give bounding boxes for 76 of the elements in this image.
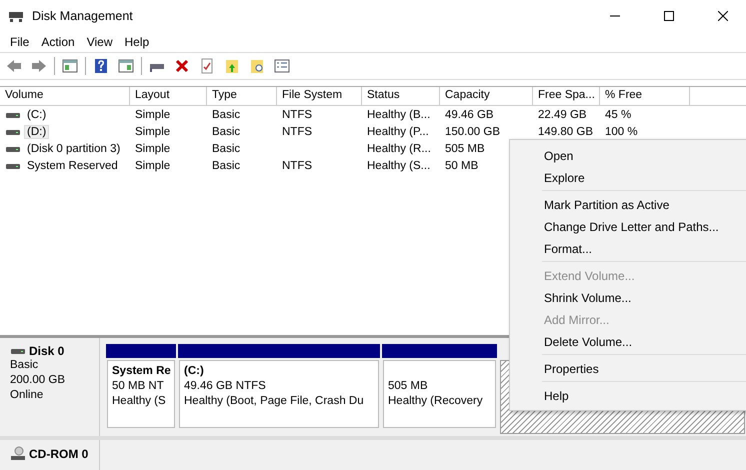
column-header[interactable]: Free Spa... xyxy=(533,87,600,105)
table-cell: Basic xyxy=(212,126,240,138)
menu-item[interactable]: View xyxy=(80,35,118,49)
drive-name[interactable]: System Reserved xyxy=(25,160,120,172)
column-header[interactable]: % Free xyxy=(600,87,690,105)
partition-info: 505 MB xyxy=(388,379,429,394)
table-cell: Simple xyxy=(135,126,170,138)
maximize-icon[interactable] xyxy=(664,11,674,21)
forward-arrow-icon[interactable] xyxy=(31,58,47,74)
disk-info: 200.00 GB xyxy=(10,373,66,388)
menu-item[interactable]: Help xyxy=(542,384,746,406)
document-check-icon[interactable] xyxy=(199,58,215,74)
folder-search-icon[interactable] xyxy=(249,58,265,74)
table-cell: Basic xyxy=(212,160,240,172)
partition-title: System Re xyxy=(112,364,170,379)
menu-item[interactable]: Help xyxy=(118,35,156,49)
column-header[interactable]: Layout xyxy=(130,87,207,105)
partition-header-bar xyxy=(106,344,176,358)
column-header[interactable]: Status xyxy=(362,87,440,105)
table-cell: 49.46 GB xyxy=(445,108,494,120)
table-cell: Simple xyxy=(135,160,170,172)
table-cell: Simple xyxy=(135,108,170,120)
drive-name[interactable]: (Disk 0 partition 3) xyxy=(25,142,122,154)
table-cell: 505 MB xyxy=(445,142,485,154)
table-cell: 149.80 GB xyxy=(538,126,593,138)
partition-info: Healthy (Boot, Page File, Crash Du xyxy=(184,394,365,409)
table-cell: 150.00 GB xyxy=(445,126,500,138)
menu-item[interactable]: Shrink Volume... xyxy=(542,286,746,308)
partition-info: 49.46 GB NTFS xyxy=(184,379,267,394)
disk-name: CD-ROM 0 xyxy=(29,447,88,461)
drive-name[interactable]: (C:) xyxy=(25,108,48,120)
checklist-icon[interactable] xyxy=(274,58,290,74)
menu-item[interactable]: Mark Partition as Active xyxy=(542,193,746,215)
menu-item[interactable]: Properties xyxy=(542,357,746,379)
menu-item[interactable]: Change Drive Letter and Paths... xyxy=(542,215,746,237)
panel-icon[interactable] xyxy=(118,58,134,74)
column-header[interactable]: File System xyxy=(277,87,362,105)
help-icon[interactable] xyxy=(93,58,109,74)
menu-item[interactable]: File xyxy=(4,35,36,49)
drive-name[interactable]: (D:) xyxy=(25,126,48,138)
table-cell: Healthy (R... xyxy=(367,142,431,154)
table-cell: NTFS xyxy=(282,160,312,172)
table-cell: 45 % xyxy=(605,108,632,120)
column-header[interactable]: Volume xyxy=(0,87,130,105)
table-cell: Healthy (B... xyxy=(367,108,430,120)
table-cell: NTFS xyxy=(282,108,312,120)
menu-item[interactable]: Open xyxy=(542,144,746,166)
menu-item[interactable]: Explore xyxy=(542,166,746,188)
partition-info: Healthy (Recovery xyxy=(388,394,484,409)
disk-info: Online xyxy=(10,388,44,403)
delete-icon[interactable] xyxy=(174,58,190,74)
disk-name: Disk 0 xyxy=(29,344,64,358)
table-cell: 22.49 GB xyxy=(538,108,587,120)
menu-item[interactable]: Action xyxy=(35,35,81,49)
table-cell: 100 % xyxy=(605,126,638,138)
window-title: Disk Management xyxy=(32,9,133,23)
column-header[interactable]: Type xyxy=(207,87,277,105)
table-cell: NTFS xyxy=(282,126,312,138)
panel-icon[interactable] xyxy=(62,58,78,74)
menu-item[interactable]: Format... xyxy=(542,237,746,259)
table-cell: Healthy (P... xyxy=(367,126,429,138)
table-cell: Healthy (S... xyxy=(367,160,430,172)
table-cell: Basic xyxy=(212,142,240,154)
close-icon[interactable] xyxy=(718,11,728,21)
partition-title: (C:) xyxy=(184,364,205,379)
table-cell: Basic xyxy=(212,108,240,120)
cd-drive-icon xyxy=(10,446,26,462)
back-arrow-icon[interactable] xyxy=(6,58,22,74)
partition-info: Healthy (S xyxy=(112,394,167,409)
folder-up-icon[interactable] xyxy=(224,58,240,74)
partition-info: 50 MB NT xyxy=(112,379,165,394)
table-cell: Simple xyxy=(135,142,170,154)
disk-info: Basic xyxy=(10,358,40,373)
column-header[interactable]: Capacity xyxy=(440,87,533,105)
menu-item[interactable]: Delete Volume... xyxy=(542,330,746,352)
table-cell: 50 MB xyxy=(445,160,478,172)
